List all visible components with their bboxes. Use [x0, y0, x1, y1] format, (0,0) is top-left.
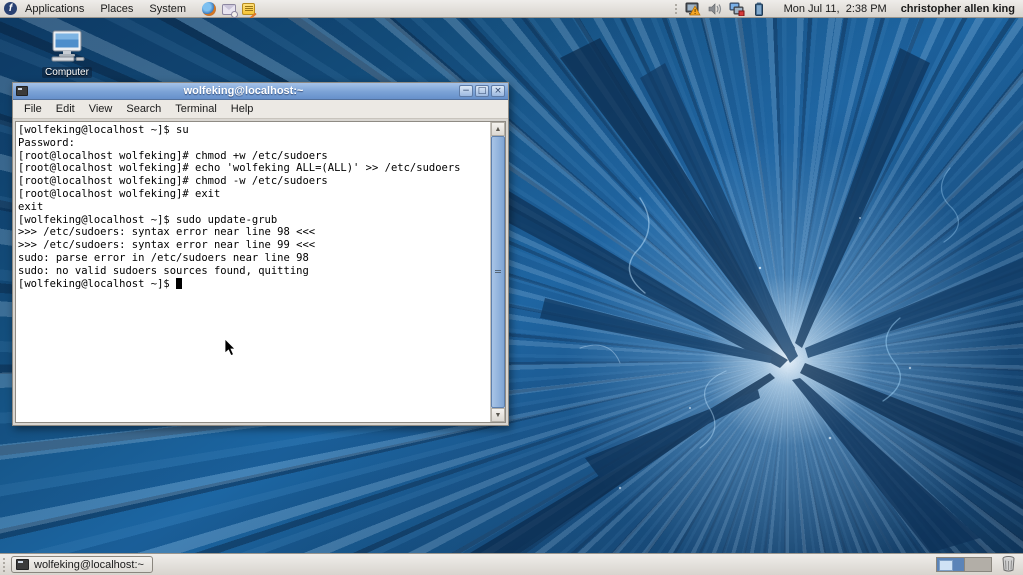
- display-warning-icon[interactable]: [685, 2, 701, 16]
- email-launcher-icon[interactable]: [222, 2, 239, 18]
- bottom-panel: wolfeking@localhost:~: [0, 553, 1023, 575]
- terminal-line: >>> /etc/sudoers: syntax error near line…: [18, 239, 316, 252]
- window-menubar: File Edit View Search Terminal Help: [13, 100, 508, 119]
- terminal-line: [root@localhost wolfeking]# chmod +w /et…: [18, 149, 328, 162]
- places-menu[interactable]: Places: [92, 0, 141, 17]
- menu-help[interactable]: Help: [224, 103, 261, 115]
- desktop-wallpaper: Computer wolfeking@localhost:~ − □ × Fil…: [0, 18, 1023, 553]
- terminal-line: [root@localhost wolfeking]# chmod -w /et…: [18, 175, 328, 188]
- workspace-1[interactable]: [937, 558, 964, 571]
- maximize-button[interactable]: □: [475, 85, 489, 97]
- workspace-switcher: [936, 557, 992, 572]
- system-menu[interactable]: System: [141, 0, 194, 17]
- tray-drag-handle[interactable]: [673, 2, 678, 15]
- terminal-line: sudo: no valid sudoers sources found, qu…: [18, 264, 309, 277]
- taskbar-terminal-icon: [16, 559, 29, 570]
- firefox-launcher-icon[interactable]: [202, 1, 217, 16]
- terminal-line: [wolfeking@localhost ~]$ sudo update-gru…: [18, 213, 278, 226]
- terminal-line: sudo: parse error in /etc/sudoers near l…: [18, 251, 309, 264]
- terminal-line: exit: [18, 200, 44, 213]
- terminal-window: wolfeking@localhost:~ − □ × File Edit Vi…: [12, 82, 509, 426]
- menu-edit[interactable]: Edit: [49, 103, 82, 115]
- menu-file[interactable]: File: [17, 103, 49, 115]
- menu-terminal[interactable]: Terminal: [168, 103, 224, 115]
- user-menu[interactable]: christopher allen king: [897, 3, 1023, 15]
- network-offline-icon[interactable]: [729, 2, 745, 16]
- writer-launcher-icon[interactable]: [242, 2, 257, 19]
- trash-icon[interactable]: [1000, 555, 1017, 575]
- window-title: wolfeking@localhost:~: [183, 85, 304, 97]
- terminal-output[interactable]: [wolfeking@localhost ~]$ su Password: [roo…: [16, 122, 490, 422]
- applications-menu[interactable]: Applications: [17, 0, 92, 17]
- terminal-line: [root@localhost wolfeking]# exit: [18, 187, 221, 200]
- menu-search[interactable]: Search: [119, 103, 168, 115]
- computer-icon: [47, 30, 87, 62]
- window-titlebar[interactable]: wolfeking@localhost:~ − □ ×: [13, 83, 508, 100]
- scroll-down-button[interactable]: ▼: [491, 408, 505, 422]
- computer-desktop-icon[interactable]: Computer: [36, 30, 98, 80]
- terminal-cursor: [176, 277, 183, 289]
- terminal-prompt-line: [wolfeking@localhost ~]$: [18, 277, 489, 291]
- scroll-up-button[interactable]: ▲: [491, 122, 505, 136]
- menu-view[interactable]: View: [82, 103, 120, 115]
- taskbar-drag-handle[interactable]: [2, 556, 7, 573]
- terminal-line: [root@localhost wolfeking]# echo 'wolfek…: [18, 162, 461, 175]
- screen: f Applications Places System Mon Jul 11,…: [0, 0, 1023, 575]
- terminal-line: [wolfeking@localhost ~]$ su: [18, 124, 189, 136]
- clock[interactable]: Mon Jul 11, 2:38 PM: [770, 3, 897, 15]
- taskbar-window-label: wolfeking@localhost:~: [34, 558, 144, 571]
- battery-icon[interactable]: [751, 2, 767, 16]
- taskbar-window-button[interactable]: wolfeking@localhost:~: [11, 556, 153, 573]
- minimize-button[interactable]: −: [459, 85, 473, 97]
- terminal-scrollbar[interactable]: ▲ ▼: [490, 122, 505, 422]
- terminal-line: >>> /etc/sudoers: syntax error near line…: [18, 226, 316, 239]
- volume-icon[interactable]: [707, 2, 723, 16]
- terminal-window-icon: [16, 86, 28, 96]
- computer-icon-label: Computer: [42, 67, 92, 78]
- top-panel: f Applications Places System Mon Jul 11,…: [0, 0, 1023, 19]
- terminal-line: Password:: [18, 136, 75, 149]
- fedora-menu-icon[interactable]: f: [4, 2, 17, 15]
- scrollbar-thumb[interactable]: [491, 136, 505, 408]
- close-button[interactable]: ×: [491, 85, 505, 97]
- mouse-cursor: [224, 338, 236, 357]
- workspace-2[interactable]: [964, 558, 991, 571]
